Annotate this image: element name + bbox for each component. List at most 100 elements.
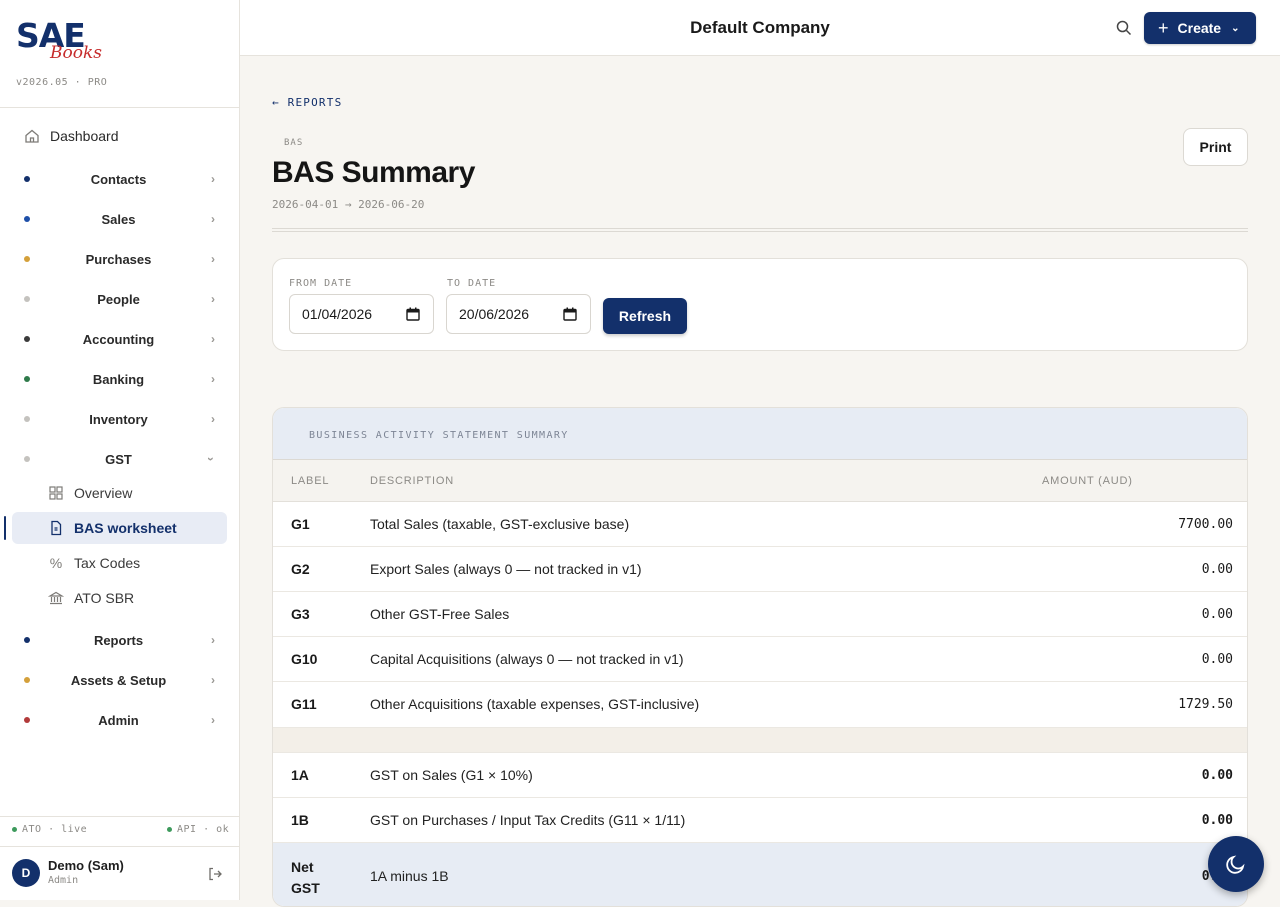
page-eyebrow: BAS: [284, 138, 304, 148]
row-amount: 0.00: [1201, 768, 1233, 783]
row-description: Total Sales (taxable, GST-exclusive base…: [370, 516, 630, 532]
sidebar-group-sales[interactable]: Sales ›: [12, 205, 227, 233]
divider: [272, 228, 1248, 232]
sidebar-item-dashboard[interactable]: Dashboard: [12, 120, 227, 152]
chevron-down-icon: ⌄: [1231, 22, 1240, 34]
section-spacer: [273, 728, 1247, 753]
group-dot: [24, 296, 30, 302]
sidebar-group-people[interactable]: People ›: [12, 285, 227, 313]
sidebar-group-inventory[interactable]: Inventory ›: [12, 405, 227, 433]
chevron-right-icon: ›: [211, 172, 215, 186]
sidebar-group-assets-setup[interactable]: Assets & Setup ›: [12, 666, 227, 694]
sidebar-item-bas-worksheet[interactable]: BAS worksheet: [12, 512, 227, 544]
chevron-right-icon: ›: [211, 412, 215, 426]
active-indicator: [4, 516, 6, 540]
to-date-value: 20/06/2026: [459, 306, 530, 322]
api-status-text: API · ok: [177, 824, 230, 835]
group-dot: [24, 677, 30, 683]
user-role: Admin: [48, 875, 79, 886]
chevron-right-icon: ›: [211, 633, 215, 647]
table-row: G11 Other Acquisitions (taxable expenses…: [273, 682, 1247, 728]
ato-status: ATO · live: [12, 824, 87, 835]
row-code: G2: [291, 561, 310, 577]
search-icon[interactable]: [1115, 19, 1133, 37]
group-dot: [24, 456, 30, 462]
row-code: G11: [291, 696, 317, 712]
to-date-label: TO DATE: [447, 278, 497, 289]
home-icon: [25, 129, 39, 143]
api-status: API · ok: [167, 824, 229, 835]
sidebar-divider: [0, 816, 239, 817]
to-date-input[interactable]: 20/06/2026: [446, 294, 591, 334]
calendar-icon[interactable]: [406, 307, 420, 321]
sidebar-item-label: BAS worksheet: [74, 520, 177, 536]
group-dot: [24, 376, 30, 382]
sidebar-item-label: Overview: [74, 485, 133, 501]
sidebar-group-label: Accounting: [82, 331, 155, 347]
table-row: G2 Export Sales (always 0 — not tracked …: [273, 547, 1247, 592]
chevron-right-icon: ›: [211, 372, 215, 386]
sidebar-group-label: Sales: [101, 211, 136, 227]
sidebar-item-label: ATO SBR: [74, 590, 135, 606]
theme-toggle-button[interactable]: [1208, 836, 1264, 892]
calendar-icon[interactable]: [563, 307, 577, 321]
table-row: G10 Capital Acquisitions (always 0 — not…: [273, 637, 1247, 682]
plus-icon: +: [1158, 18, 1169, 38]
table-row: 1B GST on Purchases / Input Tax Credits …: [273, 798, 1247, 843]
sidebar-group-admin[interactable]: Admin ›: [12, 706, 227, 734]
column-header-amount: AMOUNT (AUD): [1042, 475, 1133, 487]
column-header-label: LABEL: [291, 475, 330, 487]
row-description: GST on Purchases / Input Tax Credits (G1…: [370, 812, 686, 828]
sidebar-group-label: Banking: [92, 371, 145, 387]
print-button[interactable]: Print: [1183, 128, 1248, 166]
sidebar-item-tax-codes[interactable]: % Tax Codes: [12, 547, 227, 579]
row-amount: 1729.50: [1178, 697, 1233, 712]
refresh-button[interactable]: Refresh: [603, 298, 687, 334]
create-button[interactable]: + Create ⌄: [1144, 12, 1256, 44]
net-gst-code-line: Net: [291, 859, 314, 875]
sidebar-group-purchases[interactable]: Purchases ›: [12, 245, 227, 273]
sidebar-group-banking[interactable]: Banking ›: [12, 365, 227, 393]
sidebar-group-label: Reports: [93, 632, 144, 648]
chevron-right-icon: ›: [211, 713, 215, 727]
group-dot: [24, 216, 30, 222]
avatar: D: [12, 859, 40, 887]
ato-status-text: ATO · live: [22, 824, 88, 835]
sidebar-group-contacts[interactable]: Contacts ›: [12, 165, 227, 193]
sidebar-group-gst[interactable]: GST ›: [12, 445, 227, 473]
row-description: Capital Acquisitions (always 0 — not tra…: [370, 651, 684, 667]
brand-logo[interactable]: SAE Books: [16, 18, 116, 66]
from-date-input[interactable]: 01/04/2026: [289, 294, 434, 334]
group-dot: [24, 176, 30, 182]
sidebar-item-overview[interactable]: Overview: [12, 477, 227, 509]
sidebar-item-label: Tax Codes: [74, 555, 141, 571]
sidebar-item-ato-sbr[interactable]: ATO SBR: [12, 582, 227, 614]
chevron-down-icon: ›: [204, 457, 218, 461]
row-amount: 0.00: [1201, 562, 1233, 577]
sidebar-group-label: GST: [105, 451, 132, 467]
table-caption-bar: BUSINESS ACTIVITY STATEMENT SUMMARY: [273, 408, 1247, 460]
sidebar-group-reports[interactable]: Reports ›: [12, 626, 227, 654]
row-amount: 0.00: [1201, 607, 1233, 622]
row-code: G3: [291, 606, 310, 622]
sidebar-group-accounting[interactable]: Accounting ›: [12, 325, 227, 353]
group-dot: [24, 256, 30, 262]
chevron-right-icon: ›: [211, 332, 215, 346]
sidebar-group-label: Admin: [98, 712, 139, 728]
chevron-right-icon: ›: [211, 252, 215, 266]
sidebar-item-label: Dashboard: [50, 128, 119, 144]
row-amount: 0.00: [1201, 652, 1233, 667]
row-code: 1A: [291, 767, 309, 783]
row-amount: 0.00: [1201, 813, 1233, 828]
row-code: G1: [291, 516, 310, 532]
chevron-right-icon: ›: [211, 212, 215, 226]
chevron-right-icon: ›: [211, 292, 215, 306]
sidebar-divider: [0, 846, 239, 847]
percent-icon: %: [49, 555, 63, 571]
logout-icon[interactable]: [207, 866, 223, 882]
sidebar-group-label: Purchases: [85, 251, 152, 267]
row-code: G10: [291, 651, 318, 667]
document-icon: [51, 520, 62, 536]
user-profile[interactable]: D Demo (Sam) Admin: [12, 858, 124, 888]
back-to-reports-link[interactable]: ← REPORTS: [272, 96, 342, 109]
